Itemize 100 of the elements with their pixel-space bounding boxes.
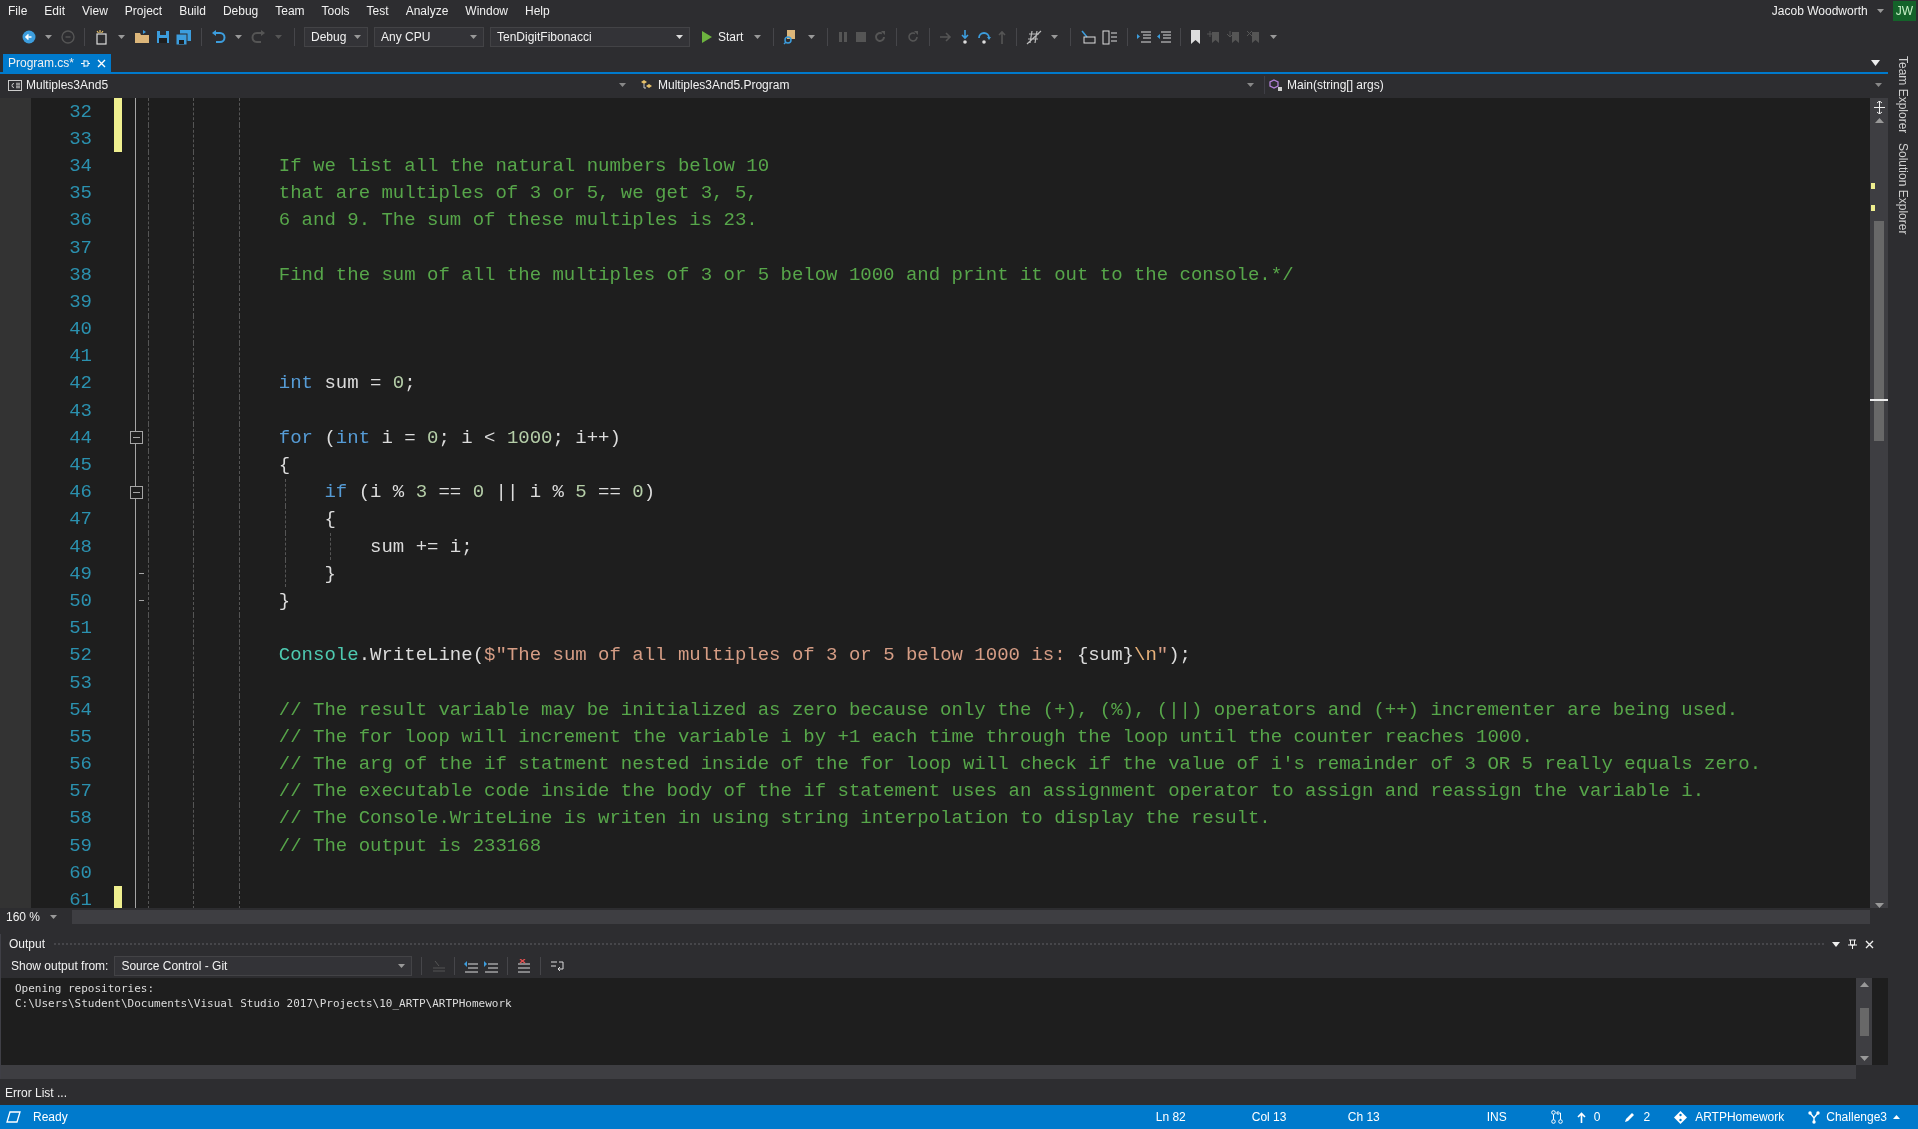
dropdown-icon[interactable] <box>1871 60 1880 66</box>
incoming-commits-button[interactable]: 0 <box>1566 1110 1611 1124</box>
user-name[interactable]: Jacob Woodworth <box>1771 4 1868 18</box>
step-over-icon[interactable] <box>977 30 992 44</box>
up-arrow-icon <box>1576 1111 1586 1123</box>
code-line: // The output is 233168 <box>278 834 542 857</box>
start-button[interactable]: Start <box>700 27 746 47</box>
side-tab[interactable]: Solution Explorer <box>1896 143 1910 235</box>
branch-icon <box>1808 1110 1821 1124</box>
indent-icon[interactable] <box>1157 31 1172 43</box>
panel-tab[interactable]: Error List ... <box>0 1086 72 1100</box>
collapse-icon[interactable] <box>129 485 143 499</box>
save-icon[interactable] <box>156 30 170 44</box>
scroll-down-icon[interactable] <box>1859 1056 1869 1061</box>
caret-icon[interactable] <box>45 35 52 39</box>
line-number: 56 <box>68 753 92 776</box>
menu-item[interactable]: Analyze <box>398 1 456 21</box>
clear-all-icon[interactable] <box>517 959 532 973</box>
caret-icon[interactable] <box>1051 35 1059 39</box>
hex-display-icon[interactable] <box>1026 29 1043 45</box>
pin-icon[interactable] <box>1848 939 1857 949</box>
panel-title: Output <box>9 937 46 951</box>
collapse-icon[interactable] <box>129 431 143 445</box>
configuration-dropdown[interactable]: Debug <box>304 27 368 47</box>
caret-icon[interactable] <box>808 35 816 39</box>
play-icon <box>702 31 712 43</box>
menu-item[interactable]: Edit <box>37 1 73 21</box>
back-icon[interactable] <box>22 30 36 44</box>
caret-icon[interactable] <box>754 35 762 39</box>
code-line: { <box>278 454 291 477</box>
type-dropdown[interactable]: Multiples3And5.Program <box>636 76 1260 94</box>
menu-item[interactable]: Test <box>359 1 396 21</box>
column-indicator: Col 13 <box>1251 1110 1288 1124</box>
menu-item[interactable]: File <box>1 1 35 21</box>
status-icon <box>6 1111 21 1123</box>
line-number: 37 <box>68 236 92 259</box>
line-number: 39 <box>68 290 92 313</box>
line-indicator: Ln 82 <box>1155 1110 1187 1124</box>
zoom-dropdown[interactable]: 160 % <box>0 909 72 925</box>
code-line: that are multiples of 3 or 5, we get 3, 5, <box>278 182 758 205</box>
code-line: 6 and 9. The sum of these multiples is 23. <box>278 209 758 232</box>
folder-icon[interactable] <box>134 30 150 44</box>
menu-item[interactable]: Tools <box>314 1 357 21</box>
scroll-up-icon[interactable] <box>1859 982 1869 987</box>
restart-icon[interactable] <box>873 30 888 44</box>
line-number: 36 <box>68 209 92 232</box>
caret-icon[interactable] <box>1270 35 1278 39</box>
parameter-info-icon[interactable] <box>1102 29 1119 45</box>
caret-icon[interactable] <box>235 35 242 39</box>
scroll-up-icon[interactable] <box>1874 118 1884 123</box>
line-number: 53 <box>68 671 92 694</box>
dropdown-icon[interactable] <box>1832 941 1840 947</box>
menu-item[interactable]: Build <box>172 1 213 21</box>
undo-icon[interactable] <box>211 30 226 44</box>
line-number: 40 <box>68 318 92 341</box>
menu-item[interactable]: Debug <box>215 1 266 21</box>
output-source-dropdown[interactable]: Source Control - Git <box>114 956 413 976</box>
line-number: 50 <box>68 589 92 612</box>
project-dropdown[interactable]: Multiples3And5 <box>4 76 632 94</box>
member-dropdown[interactable]: Main(string[] args) <box>1264 76 1888 94</box>
side-tab[interactable]: Team Explorer <box>1896 56 1910 134</box>
menu-item[interactable]: Window <box>458 1 515 21</box>
line-number: 58 <box>68 807 92 830</box>
repository-button[interactable]: ARTPHomework <box>1664 1110 1795 1124</box>
bookmark-icon[interactable] <box>1190 30 1202 44</box>
pending-changes-button[interactable]: 2 <box>1614 1110 1661 1124</box>
scrollbar-thumb[interactable] <box>1859 1007 1869 1036</box>
caret-icon[interactable] <box>118 35 125 39</box>
platform-dropdown[interactable]: Any CPU <box>374 27 484 47</box>
split-icon[interactable] <box>1873 101 1885 114</box>
caret-icon <box>50 915 58 919</box>
output-line: C:\Users\Student\Documents\Visual Studio 2017\Projects\10_ARTP\ARTPHomework <box>15 996 513 1011</box>
outdent-icon[interactable] <box>1137 31 1152 43</box>
line-number: 61 <box>68 889 92 908</box>
scroll-marker <box>1871 183 1875 189</box>
menu-item[interactable]: Help <box>518 1 557 21</box>
caret-icon[interactable] <box>1876 9 1884 13</box>
word-wrap-icon[interactable] <box>550 959 566 973</box>
save-all-icon[interactable] <box>176 29 192 45</box>
new-project-icon[interactable] <box>94 29 109 45</box>
scrollbar-thumb[interactable] <box>1874 221 1884 441</box>
menu-item[interactable]: Project <box>117 1 170 21</box>
horizontal-scrollbar[interactable] <box>1 1065 1856 1079</box>
line-number: 52 <box>68 644 92 667</box>
pull-request-icon[interactable] <box>1550 1110 1563 1124</box>
menu-item[interactable]: Team <box>268 1 312 21</box>
menu-item[interactable]: View <box>75 1 115 21</box>
code-line: If we list all the natural numbers below 10 <box>278 154 770 177</box>
previous-message-icon[interactable] <box>464 959 479 973</box>
close-icon[interactable] <box>1865 939 1874 949</box>
startup-project-dropdown[interactable]: TenDigitFibonacci <box>490 27 690 47</box>
quick-info-icon[interactable] <box>1080 30 1097 44</box>
avatar[interactable]: JW <box>1892 1 1916 21</box>
next-message-icon[interactable] <box>484 959 499 973</box>
code-line: // The arg of the if statment nested inside of the for loop will check if the value of i's remainder of 3 OR 5 really equals zero. <box>278 753 1762 776</box>
code-line: Console.WriteLine($"The sum of all multiples of 3 or 5 below 1000 is: {sum}\n"); <box>278 644 1191 667</box>
branch-button[interactable]: Challenge3 <box>1798 1110 1910 1124</box>
caret-marker <box>1870 399 1888 401</box>
step-into-icon[interactable] <box>959 30 972 44</box>
line-number: 35 <box>68 182 92 205</box>
